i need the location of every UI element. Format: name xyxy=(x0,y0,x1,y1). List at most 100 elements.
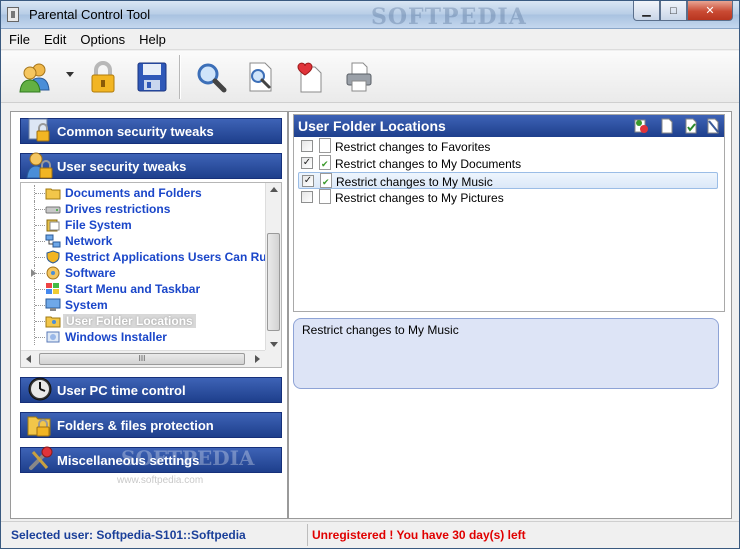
menu-help[interactable]: Help xyxy=(132,32,173,47)
document-check-icon xyxy=(319,155,331,170)
tree-item-documents-folders[interactable]: Documents and Folders xyxy=(21,185,261,201)
tree-item-windows-installer[interactable]: Windows Installer xyxy=(21,329,261,345)
folder-lock-icon xyxy=(27,416,51,437)
security-tree: Documents and Folders Drives restriction… xyxy=(20,182,282,368)
lock-button[interactable] xyxy=(85,59,121,95)
tree-item-label: File System xyxy=(65,218,132,232)
scroll-up-icon[interactable] xyxy=(270,187,278,192)
category-label: Common security tweaks xyxy=(57,124,214,139)
search-document-button[interactable] xyxy=(242,59,278,95)
tree-item-start-menu[interactable]: Start Menu and Taskbar xyxy=(21,281,261,297)
tree-item-label: Software xyxy=(65,266,116,280)
tree-item-software[interactable]: Software xyxy=(21,265,261,281)
category-label: User PC time control xyxy=(57,383,186,398)
tree-item-user-folder-locations[interactable]: User Folder Locations xyxy=(21,313,261,329)
checkbox[interactable]: ✓ xyxy=(301,157,313,169)
category-label: Folders & files protection xyxy=(57,418,214,433)
tree-horizontal-scrollbar[interactable]: III xyxy=(21,350,265,367)
tree-item-label: Restrict Applications Users Can Ru xyxy=(65,250,267,264)
save-icon xyxy=(137,62,167,92)
menu-bar: File Edit Options Help xyxy=(1,30,739,50)
software-icon xyxy=(46,266,60,280)
start-menu-icon xyxy=(46,283,59,294)
tools-icon xyxy=(29,446,53,470)
favorite-document-button[interactable] xyxy=(291,59,327,95)
document-icon xyxy=(319,138,331,153)
save-button[interactable] xyxy=(134,59,170,95)
list-item-label: Restrict changes to My Documents xyxy=(335,157,522,171)
tree-item-label: Network xyxy=(65,234,113,248)
scroll-left-icon[interactable] xyxy=(26,355,31,363)
menu-options[interactable]: Options xyxy=(73,32,132,47)
menu-file[interactable]: File xyxy=(1,32,37,47)
tree-item-network[interactable]: Network xyxy=(21,233,261,249)
tree-vertical-scrollbar[interactable] xyxy=(265,183,281,351)
scroll-right-icon[interactable] xyxy=(255,355,260,363)
list-item-favorites[interactable]: Restrict changes to Favorites xyxy=(298,138,718,155)
tree-item-restrict-applications[interactable]: Restrict Applications Users Can Ru xyxy=(21,249,267,265)
users-icon xyxy=(19,63,50,93)
settings-list: User Folder Locations Restrict changes t… xyxy=(293,114,725,312)
tree-item-file-system[interactable]: File System xyxy=(21,217,261,233)
system-icon xyxy=(45,298,61,311)
scroll-down-icon[interactable] xyxy=(270,342,278,347)
toolbar-separator xyxy=(179,55,180,99)
list-title: User Folder Locations xyxy=(298,118,446,134)
check-all-icon[interactable] xyxy=(684,118,698,134)
title-bar[interactable]: Parental Control Tool SOFTPEDIA ▁ □ ✕ xyxy=(1,1,739,30)
description-box: Restrict changes to My Music xyxy=(293,318,719,389)
user-folder-icon xyxy=(45,316,61,328)
scroll-thumb[interactable] xyxy=(267,233,280,331)
toolbar xyxy=(1,51,739,103)
user-lock-icon xyxy=(26,152,53,179)
left-panel: Common security tweaks User security twe… xyxy=(10,111,288,519)
tree-item-label: User Folder Locations xyxy=(63,314,196,328)
search-document-icon xyxy=(249,62,272,92)
category-common-security[interactable]: Common security tweaks xyxy=(20,118,282,144)
list-item-my-music[interactable]: ✓ Restrict changes to My Music xyxy=(298,172,718,189)
users-dropdown-arrow[interactable] xyxy=(66,72,74,77)
search-button[interactable] xyxy=(193,59,229,95)
checkbox[interactable] xyxy=(301,191,313,203)
list-item-my-documents[interactable]: ✓ Restrict changes to My Documents xyxy=(298,155,718,172)
print-button[interactable] xyxy=(341,59,377,95)
lock-icon xyxy=(28,118,50,142)
add-icon[interactable] xyxy=(634,118,648,134)
network-icon xyxy=(45,234,61,248)
right-panel: User Folder Locations Restrict changes t… xyxy=(288,111,732,519)
uncheck-all-icon[interactable] xyxy=(706,118,720,134)
checkbox[interactable] xyxy=(301,140,313,152)
scrollbar-corner xyxy=(265,350,281,367)
tree-item-label: Drives restrictions xyxy=(65,202,171,216)
window-title: Parental Control Tool xyxy=(29,7,151,22)
maximize-button[interactable]: □ xyxy=(660,1,687,21)
list-item-my-pictures[interactable]: Restrict changes to My Pictures xyxy=(298,189,718,206)
minimize-button[interactable]: ▁ xyxy=(633,1,660,21)
search-icon xyxy=(197,63,227,93)
status-bar: Selected user: Softpedia-S101::Softpedia… xyxy=(1,521,739,548)
tree-item-system[interactable]: System xyxy=(21,297,261,313)
page-icon[interactable] xyxy=(660,118,674,134)
file-system-icon xyxy=(46,219,60,232)
tree-item-label: Start Menu and Taskbar xyxy=(65,282,201,296)
drive-icon xyxy=(45,206,61,214)
category-user-security[interactable]: User security tweaks xyxy=(20,152,282,179)
checkbox[interactable]: ✓ xyxy=(302,175,314,187)
list-item-label: Restrict changes to My Music xyxy=(336,175,493,189)
close-button[interactable]: ✕ xyxy=(687,1,733,21)
tree-item-label: Documents and Folders xyxy=(65,186,202,200)
list-header: User Folder Locations xyxy=(294,115,724,137)
installer-icon xyxy=(46,331,60,343)
menu-edit[interactable]: Edit xyxy=(37,32,73,47)
category-folders-files-protection[interactable]: Folders & files protection xyxy=(20,412,282,438)
document-check-icon xyxy=(320,173,332,188)
users-button[interactable] xyxy=(17,59,53,95)
lock-icon xyxy=(91,61,115,93)
status-divider xyxy=(307,524,308,546)
scroll-thumb[interactable]: III xyxy=(39,353,245,365)
watermark: SOFTPEDIA xyxy=(121,446,255,470)
app-icon xyxy=(7,7,19,22)
folder-icon xyxy=(45,188,61,200)
category-pc-time-control[interactable]: User PC time control xyxy=(20,377,282,403)
tree-item-drives[interactable]: Drives restrictions xyxy=(21,201,261,217)
